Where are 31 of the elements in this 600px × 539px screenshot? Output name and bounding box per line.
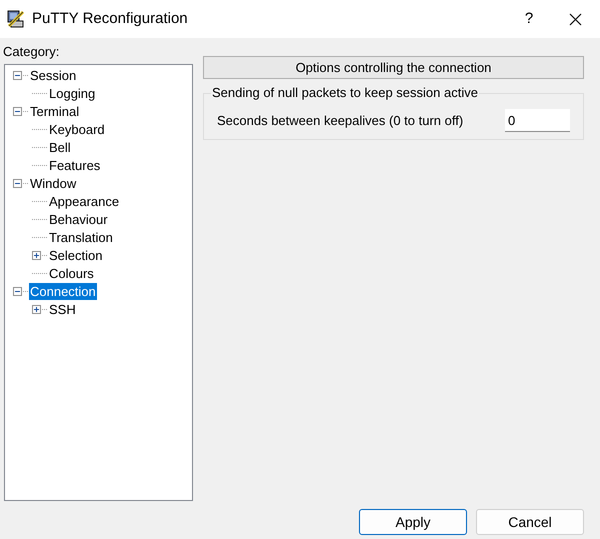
expand-icon[interactable] <box>32 250 41 260</box>
window-title: PuTTY Reconfiguration <box>32 8 188 29</box>
tree-item[interactable]: Session <box>29 66 78 84</box>
tree-item[interactable]: Selection <box>48 246 104 264</box>
dialog-button[interactable]: Cancel <box>476 509 584 535</box>
keepalive-label: Seconds between keepalives (0 to turn off) <box>217 112 464 130</box>
panel-header: Options controlling the connection <box>203 56 584 79</box>
computer-icon <box>6 9 26 29</box>
tree-item[interactable]: Colours <box>48 264 95 282</box>
collapse-icon[interactable] <box>13 178 22 188</box>
tree-item[interactable]: SSH <box>48 300 77 318</box>
tree-item[interactable]: Behaviour <box>48 210 109 228</box>
category-label: Category: <box>3 44 60 60</box>
close-icon <box>568 12 582 26</box>
collapse-icon[interactable] <box>13 70 22 80</box>
collapse-icon[interactable] <box>13 106 22 116</box>
collapse-icon[interactable] <box>13 286 22 296</box>
group-title: Sending of null packets to keep session active <box>211 85 479 101</box>
tree-item[interactable]: Logging <box>48 84 96 102</box>
keepalive-field[interactable]: 0 <box>505 109 570 132</box>
tree-item[interactable]: Window <box>29 174 78 192</box>
tree-item[interactable]: Bell <box>48 138 72 156</box>
tree-item[interactable]: Features <box>48 156 102 174</box>
dialog-button[interactable]: Apply <box>359 509 467 535</box>
tree-item[interactable]: Keyboard <box>48 120 106 138</box>
help-button[interactable]: ? <box>506 0 552 38</box>
tree-item[interactable]: Connection <box>29 282 97 300</box>
tree-item[interactable]: Terminal <box>29 102 80 120</box>
tree-item[interactable]: Appearance <box>48 192 120 210</box>
tree-item[interactable]: Translation <box>48 228 114 246</box>
expand-icon[interactable] <box>32 304 41 314</box>
